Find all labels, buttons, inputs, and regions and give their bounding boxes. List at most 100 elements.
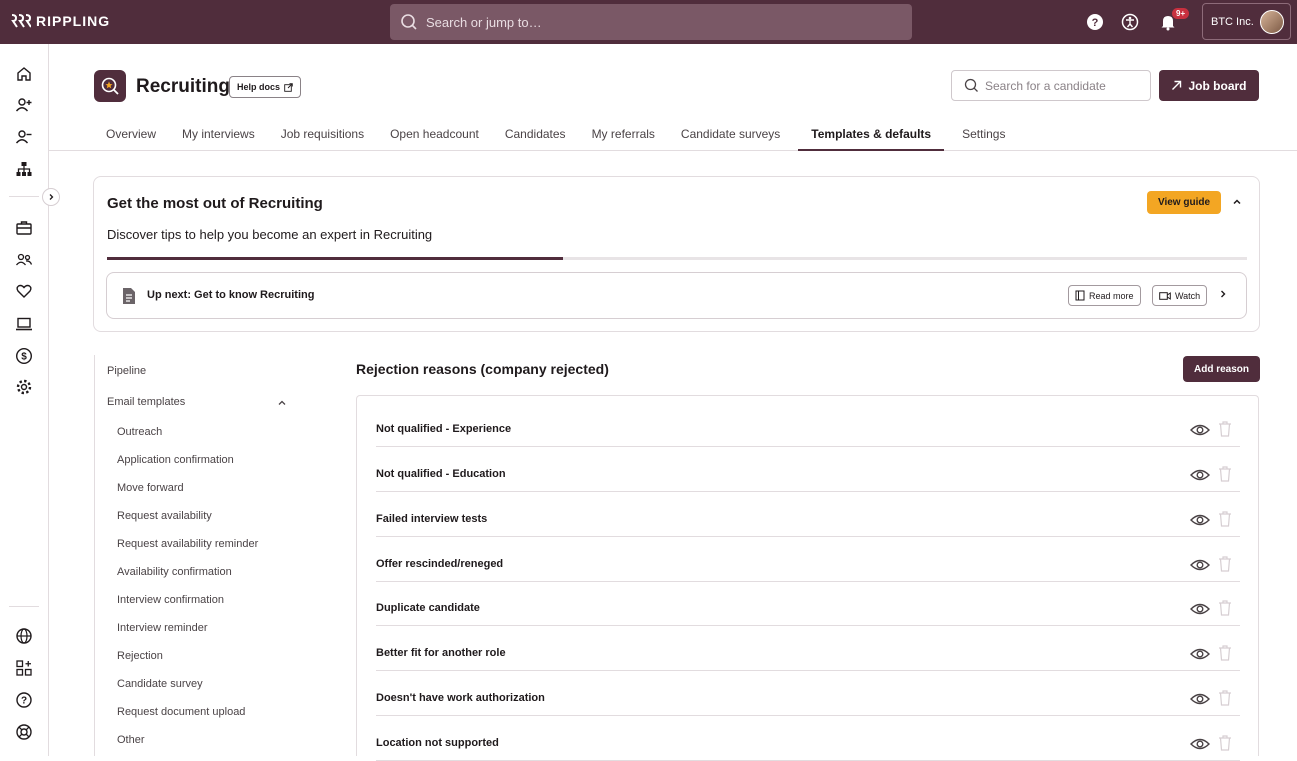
globe-icon[interactable] bbox=[14, 626, 34, 646]
job-board-button[interactable]: Job board bbox=[1159, 70, 1259, 101]
global-search-input[interactable]: Search or jump to… bbox=[390, 4, 912, 40]
tab-candidates[interactable]: Candidates bbox=[497, 123, 574, 151]
read-more-button[interactable]: Read more bbox=[1068, 285, 1141, 306]
add-reason-button[interactable]: Add reason bbox=[1183, 356, 1260, 382]
trash-icon[interactable] bbox=[1218, 690, 1232, 706]
menu-subitem[interactable]: Rejection bbox=[117, 650, 163, 662]
search-icon bbox=[964, 78, 978, 92]
eye-icon[interactable] bbox=[1190, 647, 1210, 661]
list-item: Location not supported bbox=[376, 716, 1240, 761]
eye-icon[interactable] bbox=[1190, 468, 1210, 482]
read-more-label: Read more bbox=[1089, 290, 1134, 301]
menu-item-email-templates[interactable]: Email templates bbox=[107, 396, 185, 408]
apps-icon[interactable] bbox=[14, 658, 34, 678]
accessibility-icon[interactable] bbox=[1120, 12, 1140, 32]
tab-my-referrals[interactable]: My referrals bbox=[584, 123, 663, 151]
watch-button[interactable]: Watch bbox=[1152, 285, 1208, 306]
menu-subitem[interactable]: Move forward bbox=[117, 482, 184, 494]
company-switcher-button[interactable]: BTC Inc. bbox=[1202, 3, 1291, 40]
search-icon bbox=[401, 14, 417, 30]
help-circle-icon[interactable]: ? bbox=[14, 690, 34, 710]
list-item: Better fit for another role bbox=[376, 626, 1240, 671]
candidate-search-input[interactable]: Search for a candidate bbox=[951, 70, 1151, 101]
menu-item-pipeline[interactable]: Pipeline bbox=[107, 365, 146, 377]
laptop-icon[interactable] bbox=[14, 314, 34, 334]
page-title: Recruiting bbox=[136, 76, 230, 97]
help-docs-button[interactable]: Help docs bbox=[229, 76, 302, 98]
tab-job-requisitions[interactable]: Job requisitions bbox=[273, 123, 372, 151]
avatar[interactable] bbox=[1260, 10, 1284, 34]
tab-settings[interactable]: Settings bbox=[954, 123, 1013, 151]
briefcase-icon[interactable] bbox=[14, 218, 34, 238]
tab-templates-defaults[interactable]: Templates & defaults bbox=[798, 123, 945, 151]
chevron-up-icon[interactable] bbox=[277, 398, 287, 408]
book-icon bbox=[1075, 290, 1085, 301]
tab-overview[interactable]: Overview bbox=[98, 123, 164, 151]
top-bar: RIPPLING Search or jump to… ? 9+ BTC Inc… bbox=[0, 0, 1297, 44]
page-header: Recruiting Help docs Search for a candid… bbox=[49, 44, 1297, 151]
menu-subitem[interactable]: Interview confirmation bbox=[117, 594, 224, 606]
external-link-icon bbox=[284, 82, 293, 92]
tab-open-headcount[interactable]: Open headcount bbox=[382, 123, 487, 151]
trash-icon[interactable] bbox=[1218, 556, 1232, 572]
tab-my-interviews[interactable]: My interviews bbox=[174, 123, 263, 151]
nav-expand-button[interactable] bbox=[42, 188, 60, 206]
menu-subitem[interactable]: Interview reminder bbox=[117, 622, 207, 634]
eye-icon[interactable] bbox=[1190, 692, 1210, 706]
trash-icon[interactable] bbox=[1218, 466, 1232, 482]
reason-label: Offer rescinded/reneged bbox=[376, 558, 504, 570]
reason-label: Not qualified - Education bbox=[376, 468, 506, 480]
tab-candidate-surveys[interactable]: Candidate surveys bbox=[673, 123, 788, 151]
menu-subitem[interactable]: Availability confirmation bbox=[117, 566, 232, 578]
chevron-right-icon[interactable] bbox=[1217, 288, 1229, 300]
menu-subitem[interactable]: Request availability reminder bbox=[117, 538, 258, 550]
trash-icon[interactable] bbox=[1218, 600, 1232, 616]
eye-icon[interactable] bbox=[1190, 737, 1210, 751]
reason-label: Duplicate candidate bbox=[376, 602, 480, 614]
eye-icon[interactable] bbox=[1190, 423, 1210, 437]
reason-label: Location not supported bbox=[376, 737, 499, 749]
candidate-search-placeholder: Search for a candidate bbox=[985, 78, 1106, 93]
menu-subitem[interactable]: Other bbox=[117, 734, 145, 746]
arrow-up-right-icon bbox=[1172, 80, 1182, 90]
support-icon[interactable] bbox=[14, 722, 34, 742]
guide-progress-bar bbox=[107, 257, 1247, 260]
eye-icon[interactable] bbox=[1190, 558, 1210, 572]
menu-subitem[interactable]: Request availability bbox=[117, 510, 212, 522]
gear-icon[interactable] bbox=[14, 377, 34, 397]
list-item: Not qualified - Education bbox=[376, 447, 1240, 492]
company-name: BTC Inc. bbox=[1211, 15, 1254, 28]
eye-icon[interactable] bbox=[1190, 513, 1210, 527]
view-guide-button[interactable]: View guide bbox=[1147, 191, 1221, 214]
org-chart-icon[interactable] bbox=[14, 159, 34, 179]
svg-text:?: ? bbox=[21, 696, 27, 707]
rejection-reasons-list: Not qualified - Experience Not qualified… bbox=[356, 395, 1259, 761]
menu-subitem[interactable]: Request document upload bbox=[117, 706, 245, 718]
team-icon[interactable] bbox=[14, 250, 34, 270]
up-next-row[interactable]: Up next: Get to know Recruiting Read mor… bbox=[106, 272, 1247, 319]
guide-collapse-button[interactable] bbox=[1228, 193, 1246, 211]
eye-icon[interactable] bbox=[1190, 602, 1210, 616]
rippling-logo[interactable]: RIPPLING bbox=[11, 13, 110, 29]
list-item: Not qualified - Experience bbox=[376, 402, 1240, 447]
logo-text: RIPPLING bbox=[36, 13, 111, 29]
trash-icon[interactable] bbox=[1218, 735, 1232, 751]
menu-subitem[interactable]: Outreach bbox=[117, 426, 162, 438]
trash-icon[interactable] bbox=[1218, 645, 1232, 661]
menu-subitem[interactable]: Application confirmation bbox=[117, 454, 234, 466]
dollar-icon[interactable]: $ bbox=[14, 346, 34, 366]
trash-icon[interactable] bbox=[1218, 511, 1232, 527]
rejection-reasons-title: Rejection reasons (company rejected) bbox=[356, 361, 609, 377]
recruiting-app-icon bbox=[94, 70, 126, 102]
trash-icon[interactable] bbox=[1218, 421, 1232, 437]
remove-person-icon[interactable] bbox=[14, 127, 34, 147]
menu-subitem[interactable]: Candidate survey bbox=[117, 678, 203, 690]
global-search-placeholder: Search or jump to… bbox=[426, 14, 542, 30]
heart-icon[interactable] bbox=[14, 281, 34, 301]
help-icon[interactable]: ? bbox=[1085, 12, 1105, 32]
list-item: Doesn't have work authorization bbox=[376, 671, 1240, 716]
add-person-icon[interactable] bbox=[14, 95, 34, 115]
list-item: Offer rescinded/reneged bbox=[376, 537, 1240, 582]
svg-text:?: ? bbox=[1092, 17, 1099, 29]
home-icon[interactable] bbox=[14, 64, 34, 84]
